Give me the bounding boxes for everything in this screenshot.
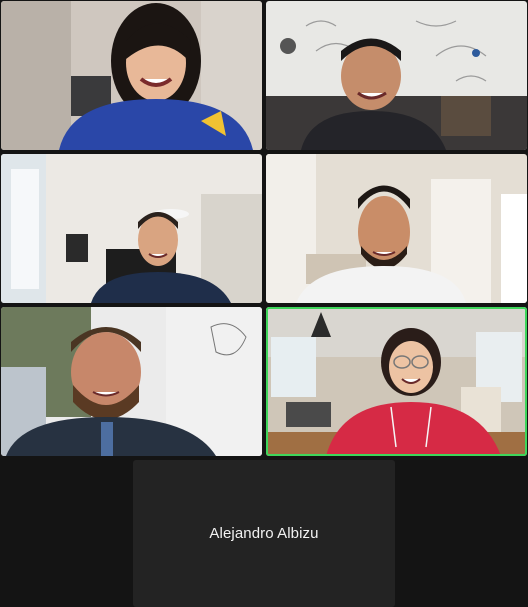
participant-video-tile-1[interactable] <box>1 1 262 150</box>
participant-video-3 <box>1 154 262 303</box>
participant-video-6 <box>266 307 527 456</box>
participant-video-4 <box>266 154 527 303</box>
participant-video-5 <box>1 307 262 456</box>
participant-video-1 <box>1 1 262 150</box>
participant-name: Alejandro Albizu <box>209 525 319 542</box>
participant-video-tile-2[interactable] <box>266 1 527 150</box>
participant-video-tile-3[interactable] <box>1 154 262 303</box>
gallery-view: Alejandro Albizu <box>0 0 528 607</box>
participant-video-tile-4[interactable] <box>266 154 527 303</box>
participant-video-tile-6-active-speaker[interactable] <box>266 307 527 456</box>
participant-tile-camera-off[interactable]: Alejandro Albizu <box>133 460 395 607</box>
participant-video-tile-5[interactable] <box>1 307 262 456</box>
participant-video-2 <box>266 1 527 150</box>
